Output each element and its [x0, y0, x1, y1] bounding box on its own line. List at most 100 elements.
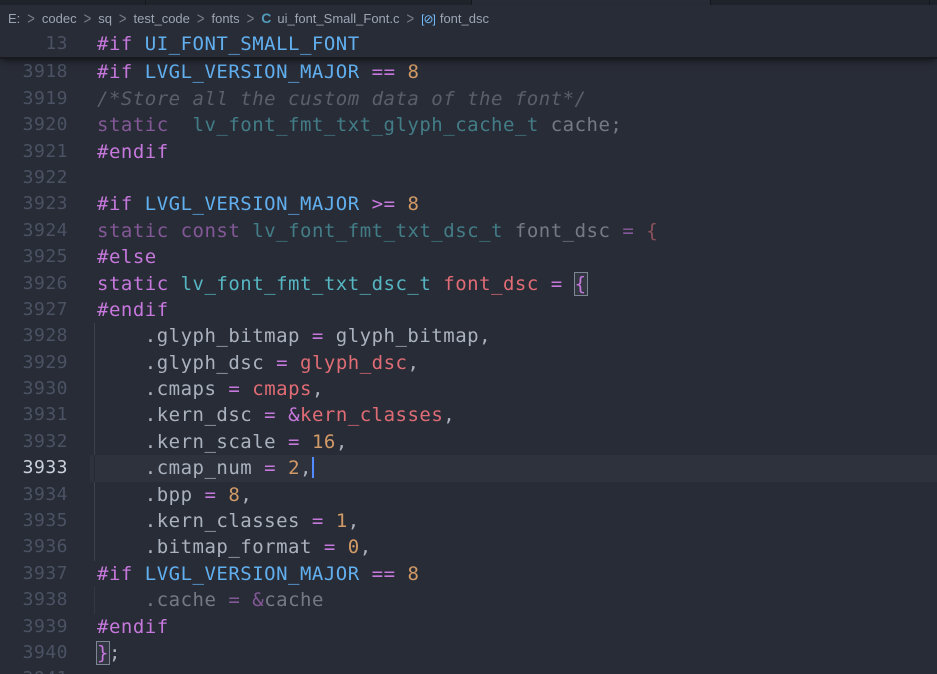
- code-line: 3924static const lv_font_fmt_txt_dsc_t f…: [0, 218, 937, 244]
- code-line-content[interactable]: static const lv_font_fmt_txt_dsc_t font_…: [90, 218, 937, 244]
- code-line: 3940};: [0, 640, 937, 666]
- code-line: 3935 .kern_classes = 1,: [0, 508, 937, 534]
- code-line-content[interactable]: .cmap_num = 2,: [90, 455, 937, 481]
- breadcrumb-item-font-dsc[interactable]: [⊘]font_dsc: [421, 11, 489, 26]
- code-line-content[interactable]: #if LVGL_VERSION_MAJOR == 8: [90, 59, 937, 85]
- line-number[interactable]: 3938: [0, 587, 90, 613]
- code-token: 8: [407, 61, 419, 83]
- line-number[interactable]: 3931: [0, 402, 90, 428]
- code-line-content[interactable]: #endif: [90, 614, 937, 640]
- breadcrumb-item-test-code[interactable]: test_code: [134, 11, 190, 26]
- code-token: [431, 273, 443, 295]
- line-number[interactable]: 3927: [0, 297, 90, 323]
- code-token: {: [646, 220, 658, 242]
- code-line-content[interactable]: .bpp = 8,: [90, 482, 937, 508]
- code-line-content[interactable]: };: [90, 640, 937, 666]
- line-number[interactable]: 3924: [0, 218, 90, 244]
- code-editor[interactable]: 3918#if LVGL_VERSION_MAJOR == 83919/*Sto…: [0, 59, 937, 674]
- line-number[interactable]: 3928: [0, 323, 90, 349]
- indent-guide: [94, 508, 95, 534]
- breadcrumb-item-codec[interactable]: codec: [42, 11, 77, 26]
- breadcrumb-item-sq[interactable]: sq: [98, 11, 112, 26]
- code-line-content[interactable]: #else: [90, 244, 937, 270]
- line-number[interactable]: 3923: [0, 191, 90, 217]
- code-token: lv_font_fmt_txt_dsc_t: [181, 273, 432, 295]
- line-number[interactable]: 3926: [0, 271, 90, 297]
- line-number[interactable]: 3925: [0, 244, 90, 270]
- code-token: #if: [97, 563, 133, 585]
- breadcrumb-item-fonts[interactable]: fonts: [211, 11, 239, 26]
- code-token: .bitmap_format: [97, 536, 324, 558]
- line-number[interactable]: 3919: [0, 86, 90, 112]
- code-line: 3933 .cmap_num = 2,: [0, 455, 937, 481]
- line-number[interactable]: 3939: [0, 614, 90, 640]
- code-line-content[interactable]: #if LVGL_VERSION_MAJOR >= 8: [90, 191, 937, 217]
- line-number[interactable]: 3936: [0, 534, 90, 560]
- code-token: ,: [443, 404, 455, 426]
- code-line-content[interactable]: .bitmap_format = 0,: [90, 534, 937, 560]
- code-line-content[interactable]: static lv_font_fmt_txt_dsc_t font_dsc = …: [90, 271, 937, 297]
- code-token: [503, 220, 515, 242]
- line-number[interactable]: 3933: [0, 455, 90, 481]
- code-token: [634, 220, 646, 242]
- code-token: ==: [372, 563, 396, 585]
- line-number[interactable]: 3922: [0, 165, 90, 191]
- line-number[interactable]: 3935: [0, 508, 90, 534]
- code-token: ,: [312, 378, 324, 400]
- line-number[interactable]: 3941: [0, 666, 90, 674]
- line-number[interactable]: 3921: [0, 139, 90, 165]
- code-token: .kern_scale: [97, 431, 288, 453]
- code-line: 3928 .glyph_bitmap = glyph_bitmap,: [0, 323, 937, 349]
- code-line-content[interactable]: [90, 666, 937, 674]
- code-line-content[interactable]: .cache = &cache: [90, 587, 937, 613]
- line-number[interactable]: 3934: [0, 482, 90, 508]
- code-line-content[interactable]: .glyph_bitmap = glyph_bitmap,: [90, 323, 937, 349]
- code-line: 3919/*Store all the custom data of the f…: [0, 86, 937, 112]
- code-token: cache: [264, 589, 324, 611]
- code-line-content[interactable]: static lv_font_fmt_txt_glyph_cache_t cac…: [90, 112, 937, 138]
- line-number[interactable]: 3929: [0, 350, 90, 376]
- code-line-content[interactable]: .kern_classes = 1,: [90, 508, 937, 534]
- code-token: .glyph_bitmap: [97, 325, 312, 347]
- code-line-sticky: 13#if UI_FONT_SMALL_FONT: [0, 31, 937, 57]
- code-line: 3932 .kern_scale = 16,: [0, 429, 937, 455]
- line-number[interactable]: 3920: [0, 112, 90, 138]
- code-token: [133, 193, 145, 215]
- breadcrumb: E:>codec>sq>test_code>fonts>Cui_font_Sma…: [0, 5, 937, 31]
- code-line-content[interactable]: .kern_dsc = &kern_classes,: [90, 402, 937, 428]
- code-token: font_dsc: [515, 220, 611, 242]
- breadcrumb-item-e-[interactable]: E:: [8, 11, 20, 26]
- line-number[interactable]: 3937: [0, 561, 90, 587]
- code-line-content[interactable]: .cmaps = cmaps,: [90, 376, 937, 402]
- line-number[interactable]: 3932: [0, 429, 90, 455]
- code-line-content[interactable]: /*Store all the custom data of the font*…: [90, 86, 937, 112]
- code-token: UI_FONT_SMALL_FONT: [145, 33, 360, 55]
- code-line-content[interactable]: #endif: [90, 139, 937, 165]
- code-token: [396, 563, 408, 585]
- code-token: =: [276, 352, 288, 374]
- line-number[interactable]: 3930: [0, 376, 90, 402]
- code-token: .cmap_num: [97, 457, 264, 479]
- line-number[interactable]: 13: [0, 31, 90, 57]
- code-line-content[interactable]: #if LVGL_VERSION_MAJOR == 8: [90, 561, 937, 587]
- code-line: 3931 .kern_dsc = &kern_classes,: [0, 402, 937, 428]
- line-number[interactable]: 3940: [0, 640, 90, 666]
- code-token: glyph_dsc: [300, 352, 407, 374]
- chevron-right-icon: >: [400, 9, 422, 28]
- code-token: static: [97, 273, 169, 295]
- code-line-content[interactable]: #if UI_FONT_SMALL_FONT: [90, 31, 937, 57]
- code-line-content[interactable]: [90, 165, 937, 191]
- code-token: 1: [336, 510, 348, 532]
- code-token: ,: [300, 457, 312, 479]
- code-line-content[interactable]: .kern_scale = 16,: [90, 429, 937, 455]
- breadcrumb-item-ui-font-small-font-c[interactable]: Cui_font_Small_Font.c: [261, 10, 399, 26]
- line-number[interactable]: 3918: [0, 59, 90, 85]
- code-line-content[interactable]: #endif: [90, 297, 937, 323]
- code-token: &: [288, 404, 300, 426]
- code-line-content[interactable]: .glyph_dsc = glyph_dsc,: [90, 350, 937, 376]
- code-line: 3920static lv_font_fmt_txt_glyph_cache_t…: [0, 112, 937, 138]
- code-token: [169, 273, 181, 295]
- code-token: =: [204, 484, 216, 506]
- sticky-line-container: 13#if UI_FONT_SMALL_FONT: [0, 31, 937, 57]
- breadcrumb-label: codec: [42, 11, 77, 26]
